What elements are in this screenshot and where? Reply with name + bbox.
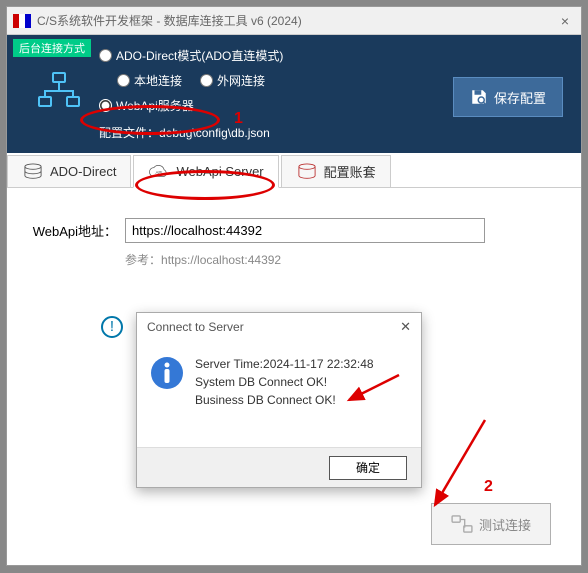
- config-prefix: 配置文件：: [99, 126, 159, 140]
- webapi-ref-row: 参考：https://localhost:44392: [125, 251, 561, 268]
- network-icon: [37, 71, 81, 111]
- radio-ado-label: ADO-Direct模式(ADO直连模式): [116, 47, 283, 64]
- svg-text:API: API: [156, 170, 163, 175]
- panel-tag: 后台连接方式: [13, 39, 91, 57]
- radio-local[interactable]: 本地连接: [117, 72, 182, 89]
- database2-icon: [296, 163, 318, 181]
- radio-external[interactable]: 外网连接: [200, 72, 265, 89]
- dialog-info-icon: [149, 355, 185, 391]
- dialog-title: Connect to Server: [147, 320, 400, 334]
- config-path: debug\config\db.json: [159, 126, 270, 140]
- tab-ado-direct[interactable]: ADO-Direct: [7, 155, 131, 187]
- ref-prefix: 参考：: [125, 253, 161, 267]
- tab-bar: ADO-Direct API WebApi Server 配置账套: [7, 155, 581, 188]
- connect-dialog: Connect to Server ✕ Server Time:2024-11-…: [136, 312, 422, 488]
- window-title: C/S系统软件开发框架 - 数据库连接工具 v6 (2024): [37, 12, 555, 29]
- save-config-button[interactable]: 保存配置: [453, 77, 563, 117]
- titlebar: C/S系统软件开发框架 - 数据库连接工具 v6 (2024) ×: [7, 7, 581, 35]
- tab-webapi-label: WebApi Server: [176, 164, 263, 179]
- config-path-row: 配置文件：debug\config\db.json: [99, 124, 569, 141]
- tab-ado-label: ADO-Direct: [50, 164, 116, 179]
- tab-webapi[interactable]: API WebApi Server: [133, 155, 278, 188]
- ref-url: https://localhost:44392: [161, 253, 281, 267]
- dialog-ok-button[interactable]: 确定: [329, 456, 407, 480]
- dialog-line3: Business DB Connect OK!: [195, 391, 374, 409]
- dialog-line1: Server Time:2024-11-17 22:32:48: [195, 355, 374, 373]
- test-connection-button[interactable]: 测试连接: [431, 503, 551, 545]
- dialog-close-icon[interactable]: ✕: [400, 319, 411, 335]
- save-btn-label: 保存配置: [494, 88, 546, 107]
- info-icon: !: [101, 316, 123, 338]
- radio-ado-direct[interactable]: ADO-Direct模式(ADO直连模式): [99, 47, 283, 64]
- radio-webapi[interactable]: WebApi服务器: [99, 97, 194, 114]
- link-icon: [451, 515, 473, 533]
- webapi-url-input[interactable]: [125, 218, 485, 243]
- tab-accounts[interactable]: 配置账套: [281, 155, 391, 187]
- close-icon[interactable]: ×: [555, 13, 575, 29]
- app-logo-icon: [13, 14, 31, 28]
- dialog-line2: System DB Connect OK!: [195, 373, 374, 391]
- radio-external-label: 外网连接: [217, 72, 265, 89]
- cloud-api-icon: API: [148, 163, 170, 181]
- webapi-url-label: WebApi地址：: [27, 221, 117, 240]
- dialog-message: Server Time:2024-11-17 22:32:48 System D…: [195, 355, 374, 433]
- connection-mode-panel: 后台连接方式 ADO-Direct模式(ADO直连模式) 本地连接 外网连接 W…: [7, 35, 581, 153]
- radio-local-label: 本地连接: [134, 72, 182, 89]
- test-btn-label: 测试连接: [479, 515, 531, 534]
- tab-accounts-label: 配置账套: [324, 162, 376, 181]
- save-icon: [470, 88, 488, 106]
- database-icon: [22, 163, 44, 181]
- radio-webapi-label: WebApi服务器: [116, 97, 194, 114]
